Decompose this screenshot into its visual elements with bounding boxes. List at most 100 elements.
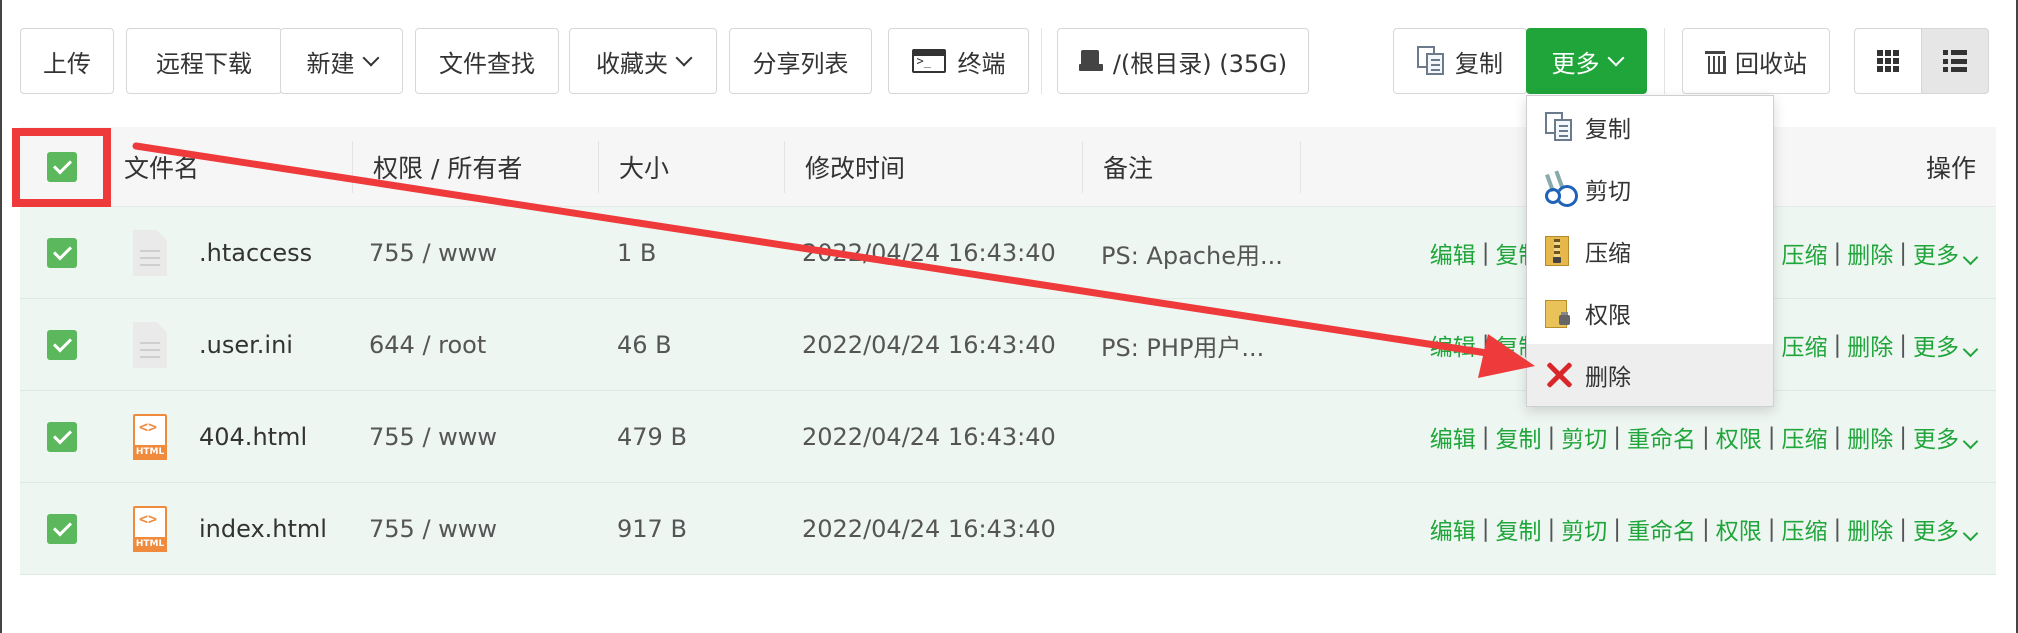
action-separator: | <box>1833 332 1842 358</box>
copy-button[interactable]: 复制 <box>1393 28 1527 94</box>
row-action-compress[interactable]: 压缩 <box>1782 420 1828 454</box>
chevron-down-icon <box>1607 49 1624 67</box>
row-action-delete[interactable]: 删除 <box>1847 328 1893 362</box>
file-remark[interactable]: PS: PHP用户... <box>1101 299 1264 391</box>
row-action-edit[interactable]: 编辑 <box>1430 512 1476 546</box>
grid-view-icon <box>1877 50 1899 72</box>
list-view-icon <box>1943 50 1967 72</box>
scissors-icon <box>1545 174 1571 204</box>
dropdown-item-cut[interactable]: 剪切 <box>1527 158 1773 220</box>
row-action-perm[interactable]: 权限 <box>1716 512 1762 546</box>
file-modified-time: 2022/04/24 16:43:40 <box>802 331 1056 359</box>
hard-disk-icon <box>1078 50 1103 72</box>
dropdown-item-label: 删除 <box>1585 365 1631 391</box>
row-checkbox[interactable] <box>47 514 77 544</box>
text-file-icon <box>133 322 167 368</box>
file-name[interactable]: .user.ini <box>199 299 293 391</box>
row-action-copy[interactable]: 复制 <box>1496 420 1542 454</box>
remote-download-button[interactable]: 远程下载 <box>126 28 282 94</box>
share-list-button[interactable]: 分享列表 <box>729 28 872 94</box>
header-size[interactable]: 大小 <box>619 127 669 207</box>
row-action-delete[interactable]: 删除 <box>1847 236 1893 270</box>
file-size: 917 B <box>617 515 687 543</box>
row-action-perm[interactable]: 权限 <box>1716 420 1762 454</box>
row-action-more-label: 更多 <box>1913 519 1959 545</box>
terminal-button[interactable]: 终端 <box>888 28 1029 94</box>
row-action-compress[interactable]: 压缩 <box>1782 512 1828 546</box>
upload-label: 上传 <box>43 49 91 78</box>
file-name[interactable]: 404.html <box>199 391 307 483</box>
terminal-label: 终端 <box>957 49 1006 78</box>
row-action-more[interactable]: 更多 <box>1913 236 1979 270</box>
recycle-bin-label: 回收站 <box>1735 49 1807 78</box>
file-search-button[interactable]: 文件查找 <box>415 28 559 94</box>
copy-icon <box>1417 46 1445 76</box>
disk-button[interactable]: /(根目录) (35G) <box>1057 28 1309 94</box>
row-checkbox[interactable] <box>47 422 77 452</box>
file-perm-owner[interactable]: 755 / www <box>369 391 497 483</box>
header-name[interactable]: 文件名 <box>124 127 199 207</box>
recycle-bin-button[interactable]: 回收站 <box>1682 28 1830 94</box>
row-action-delete[interactable]: 删除 <box>1847 420 1893 454</box>
row-action-delete[interactable]: 删除 <box>1847 512 1893 546</box>
action-separator: | <box>1481 516 1490 542</box>
row-action-compress[interactable]: 压缩 <box>1782 328 1828 362</box>
action-separator: | <box>1702 516 1710 542</box>
dropdown-item-label: 权限 <box>1585 303 1631 329</box>
row-action-cut[interactable]: 剪切 <box>1561 512 1607 546</box>
permission-icon <box>1545 298 1571 328</box>
file-remark[interactable]: PS: Apache用... <box>1101 207 1283 299</box>
file-name[interactable]: .htaccess <box>199 207 312 299</box>
file-perm-owner[interactable]: 755 / www <box>369 483 497 575</box>
row-action-edit[interactable]: 编辑 <box>1430 236 1476 270</box>
chevron-down-icon <box>1962 249 1979 266</box>
row-action-cut[interactable]: 剪切 <box>1561 420 1607 454</box>
toolbar-divider <box>1664 28 1665 94</box>
dropdown-item-compress[interactable]: 压缩 <box>1527 220 1773 282</box>
row-action-rename[interactable]: 重命名 <box>1627 512 1696 546</box>
dropdown-item-copy[interactable]: 复制 <box>1527 96 1773 158</box>
dropdown-item-label: 压缩 <box>1585 241 1631 267</box>
more-label: 更多 <box>1551 49 1600 78</box>
html-file-icon <box>133 506 167 552</box>
frame-left-edge <box>0 0 2 633</box>
action-separator: | <box>1547 424 1556 450</box>
row-action-edit[interactable]: 编辑 <box>1430 328 1476 362</box>
header-perm-owner[interactable]: 权限 / 所有者 <box>373 127 522 207</box>
row-action-more[interactable]: 更多 <box>1913 328 1979 362</box>
share-list-label: 分享列表 <box>752 49 849 78</box>
row-action-rename[interactable]: 重命名 <box>1627 420 1696 454</box>
row-action-compress[interactable]: 压缩 <box>1782 236 1828 270</box>
dropdown-item-label: 剪切 <box>1585 179 1631 205</box>
row-action-edit[interactable]: 编辑 <box>1430 420 1476 454</box>
new-button[interactable]: 新建 <box>280 28 403 94</box>
dropdown-item-delete[interactable]: 删除 <box>1527 344 1773 406</box>
file-modified-time: 2022/04/24 16:43:40 <box>802 423 1056 451</box>
remote-download-label: 远程下载 <box>156 49 252 78</box>
table-row[interactable]: index.html 755 / www 917 B 2022/04/24 16… <box>20 483 1996 575</box>
favorites-button[interactable]: 收藏夹 <box>569 28 717 94</box>
file-perm-owner[interactable]: 644 / root <box>369 299 486 391</box>
more-dropdown-menu: 复制 剪切 压缩 权限 删除 <box>1526 95 1774 407</box>
dropdown-item-permission[interactable]: 权限 <box>1527 282 1773 344</box>
action-separator: | <box>1899 424 1907 450</box>
row-action-copy[interactable]: 复制 <box>1496 512 1542 546</box>
more-button[interactable]: 更多 <box>1526 28 1647 94</box>
action-separator: | <box>1767 516 1776 542</box>
action-separator: | <box>1899 516 1907 542</box>
row-action-more[interactable]: 更多 <box>1913 420 1979 454</box>
file-name[interactable]: index.html <box>199 483 327 575</box>
list-view-button[interactable] <box>1921 28 1989 94</box>
row-action-more-label: 更多 <box>1913 243 1959 269</box>
file-perm-owner[interactable]: 755 / www <box>369 207 497 299</box>
action-separator: | <box>1767 424 1776 450</box>
grid-view-button[interactable] <box>1854 28 1922 94</box>
row-checkbox[interactable] <box>47 238 77 268</box>
row-action-more-label: 更多 <box>1913 427 1959 453</box>
action-separator: | <box>1702 424 1710 450</box>
row-action-more[interactable]: 更多 <box>1913 512 1979 546</box>
action-separator: | <box>1613 516 1621 542</box>
row-checkbox[interactable] <box>47 330 77 360</box>
upload-button[interactable]: 上传 <box>20 28 114 94</box>
header-modified[interactable]: 修改时间 <box>805 127 905 207</box>
